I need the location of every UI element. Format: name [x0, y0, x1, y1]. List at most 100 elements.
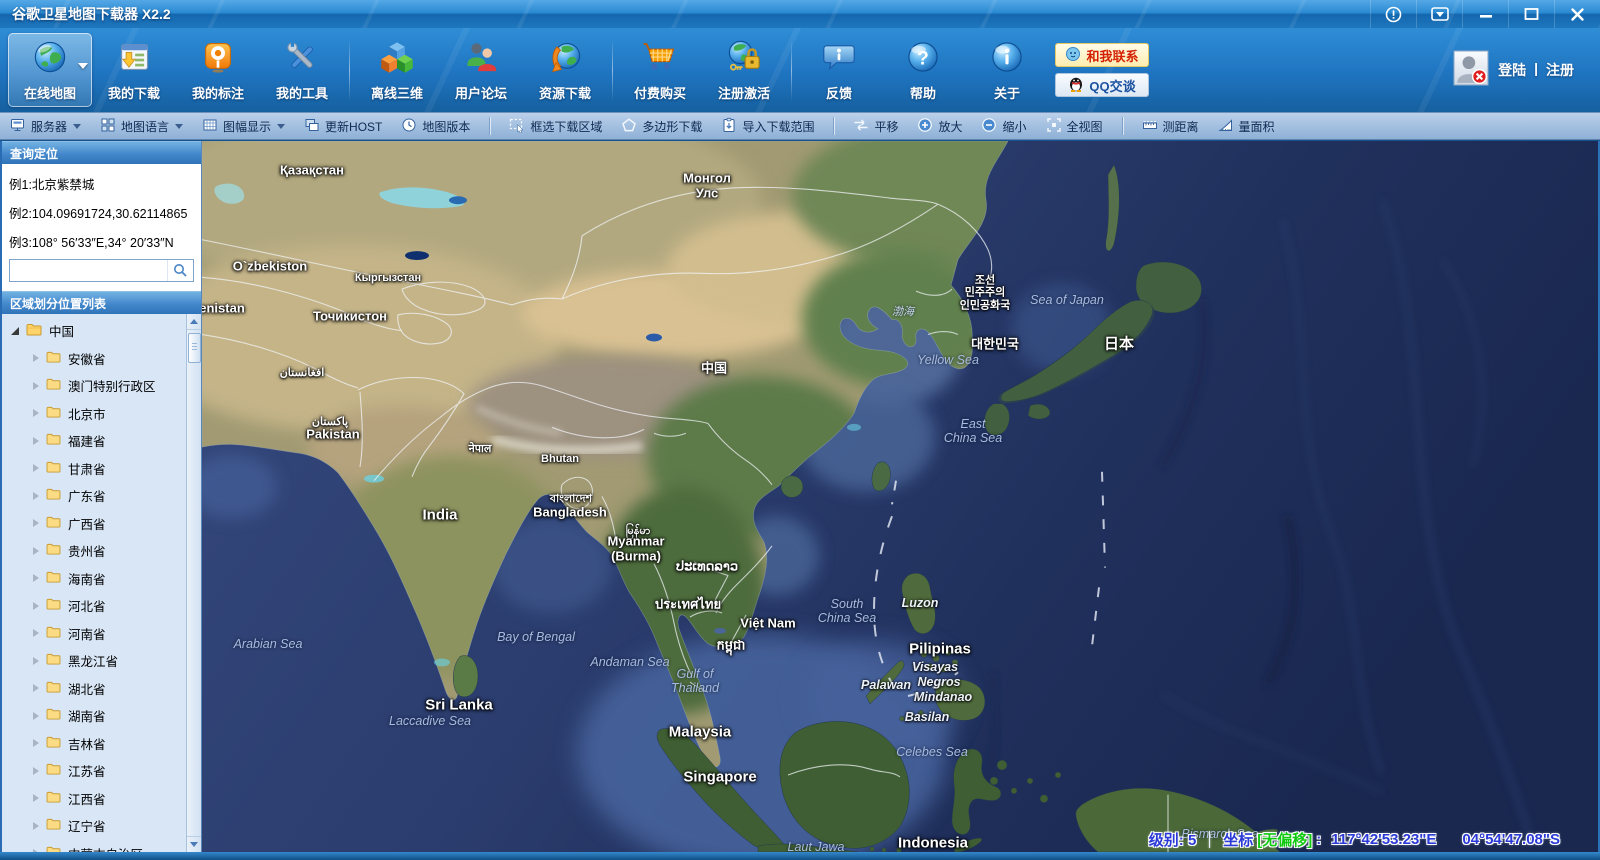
map-toolbar-separator [1122, 117, 1123, 135]
toolbar-item-my-tools[interactable]: 我的工具 [260, 33, 344, 107]
tree-item-province[interactable]: 江西省 [2, 785, 186, 813]
map-toolbar-full-view[interactable]: 全视图 [1046, 117, 1103, 136]
register-link[interactable]: 注册 [1546, 60, 1574, 80]
region-tree: 中国 安徽省 澳门特别行政区 北京市 [2, 314, 201, 852]
collapsed-arrow-icon [33, 519, 39, 527]
toolbar-item-help[interactable]: ? 帮助 [881, 33, 965, 107]
map-canvas[interactable]: ҚазақстанМонгол УлсO`zbekistonКыргызстан… [202, 141, 1600, 852]
tree-item-province[interactable]: 广西省 [2, 510, 186, 538]
map-toolbar-label: 地图版本 [422, 118, 470, 135]
tree-item-country[interactable]: 中国 [2, 317, 186, 345]
qq-chat-button[interactable]: QQ交谈 [1055, 73, 1149, 97]
collapsed-arrow-icon [33, 739, 39, 747]
tree-item-province[interactable]: 安徽省 [2, 345, 186, 373]
toolbar-item-activate[interactable]: 注册激活 [702, 33, 786, 107]
toolbar-item-label: 注册激活 [718, 83, 770, 102]
clock-icon [401, 117, 417, 136]
toolbar-item-purchase[interactable]: 付费购买 [618, 33, 702, 107]
map-toolbar-zoom-in[interactable]: 放大 [917, 117, 962, 136]
tree-item-province[interactable]: 福建省 [2, 427, 186, 455]
tree-item-province[interactable]: 江苏省 [2, 757, 186, 785]
tree-item-province[interactable]: 黑龙江省 [2, 647, 186, 675]
qq-chat-label: QQ交谈 [1089, 76, 1135, 95]
toolbar-item-label: 在线地图 [24, 83, 76, 102]
tree-item-province[interactable]: 广东省 [2, 482, 186, 510]
collapsed-arrow-icon [33, 602, 39, 610]
svg-text:?: ? [917, 48, 929, 69]
tree-item-province[interactable]: 贵州省 [2, 537, 186, 565]
zoom-out-icon [981, 117, 997, 136]
login-link[interactable]: 登陆 [1498, 60, 1526, 80]
folder-icon [46, 378, 61, 393]
scroll-down-button[interactable] [187, 836, 202, 852]
collapsed-arrow-icon [33, 382, 39, 390]
chevron-down-icon [175, 124, 183, 129]
close-button[interactable] [1554, 0, 1600, 28]
tree-item-province[interactable]: 湖北省 [2, 675, 186, 703]
search-button[interactable] [167, 260, 193, 281]
toolbar-item-my-markers[interactable]: 我的标注 [176, 33, 260, 107]
folder-icon [46, 598, 61, 613]
toolbar-item-resource-download[interactable]: 资源下载 [523, 33, 607, 107]
map-toolbar-label: 更新HOST [325, 118, 382, 135]
minimize-to-tray-button[interactable] [1416, 0, 1462, 28]
chevron-down-icon [277, 124, 285, 129]
tree-item-label: 贵州省 [68, 541, 106, 560]
titlebar: 谷歌卫星地图下载器 X2.2 [0, 0, 1600, 28]
tree-scrollbar[interactable] [186, 314, 201, 852]
search-examples: 例1:北京紫禁城 例2:104.09691724,30.62114865 例3:… [2, 164, 201, 259]
map-toolbar-pan[interactable]: 平移 [853, 117, 898, 136]
map-toolbar-map-version[interactable]: 地图版本 [401, 117, 470, 136]
map-toolbar-box-select[interactable]: 框选下载区域 [509, 117, 602, 136]
scrollbar-thumb[interactable] [188, 333, 201, 363]
tree-item-province[interactable]: 海南省 [2, 565, 186, 593]
map-toolbar-measure-area[interactable]: 量面积 [1218, 117, 1275, 136]
tree-item-province[interactable]: 甘肃省 [2, 455, 186, 483]
tree-item-label: 澳门特别行政区 [68, 376, 156, 395]
map-toolbar-language[interactable]: 地图语言 [100, 117, 183, 136]
scroll-up-button[interactable] [187, 314, 202, 330]
tree-item-province[interactable]: 内蒙古自治区 [2, 840, 186, 853]
map-toolbar-update-host[interactable]: 更新HOST [304, 117, 382, 136]
toolbar-separator [612, 39, 613, 101]
tree-item-province[interactable]: 河北省 [2, 592, 186, 620]
tree-item-province[interactable]: 湖南省 [2, 702, 186, 730]
map-toolbar-server[interactable]: 服务器 [10, 117, 81, 136]
tree-item-province[interactable]: 河南省 [2, 620, 186, 648]
map-toolbar-measure-distance[interactable]: 测距离 [1142, 117, 1199, 136]
map-toolbar-import-range[interactable]: 导入下载范围 [721, 117, 814, 136]
map-toolbar-polygon-download[interactable]: 多边形下载 [621, 117, 702, 136]
globe-icon [32, 39, 68, 80]
avatar[interactable] [1453, 50, 1489, 91]
contact-me-button[interactable]: 和我联系 [1055, 43, 1149, 67]
tree-item-province[interactable]: 澳门特别行政区 [2, 372, 186, 400]
search-input[interactable] [10, 260, 167, 281]
folder-icon [46, 543, 61, 558]
minimize-button[interactable] [1462, 0, 1508, 28]
toolbar-item-label: 我的下载 [108, 83, 160, 102]
map-status-bar: 级别: 5 坐标 [无偏移] : 117°42'53.23"E 04°54'47… [1149, 829, 1560, 850]
maximize-button[interactable] [1508, 0, 1554, 28]
map-toolbar-zoom-out[interactable]: 缩小 [981, 117, 1026, 136]
toolbar-item-feedback[interactable]: 反馈 [797, 33, 881, 107]
collapsed-arrow-icon [33, 547, 39, 555]
ruler-icon [1142, 117, 1158, 136]
toolbar-item-about[interactable]: 关于 [965, 33, 1049, 107]
tree-item-province[interactable]: 北京市 [2, 400, 186, 428]
tree-item-label: 江西省 [68, 789, 106, 808]
login-separator: | [1534, 60, 1538, 80]
toolbar-item-my-downloads[interactable]: 我的下载 [92, 33, 176, 107]
contact-face-icon [1065, 46, 1081, 65]
toolbar-item-label: 付费购买 [634, 83, 686, 102]
toolbar-item-online-map[interactable]: 在线地图 [8, 33, 92, 107]
toolbar-item-label: 我的标注 [192, 83, 244, 102]
toolbar-item-offline-3d[interactable]: 离线三维 [355, 33, 439, 107]
map-toolbar-sheet-display[interactable]: 图幅显示 [202, 117, 285, 136]
folder-icon [46, 708, 61, 723]
info-button[interactable] [1370, 0, 1416, 28]
collapsed-arrow-icon [33, 822, 39, 830]
toolbar-item-label: 用户论坛 [455, 83, 507, 102]
tree-item-province[interactable]: 吉林省 [2, 730, 186, 758]
toolbar-item-user-forum[interactable]: 用户论坛 [439, 33, 523, 107]
tree-item-province[interactable]: 辽宁省 [2, 812, 186, 840]
